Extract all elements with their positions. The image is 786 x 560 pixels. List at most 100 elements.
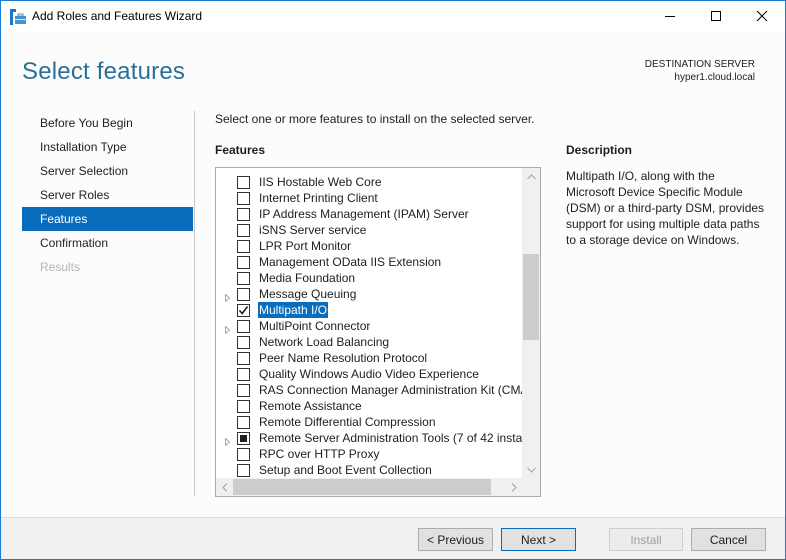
previous-button[interactable]: < Previous xyxy=(418,528,493,551)
horizontal-scroll-thumb[interactable] xyxy=(233,479,491,495)
feature-label[interactable]: Multipath I/O xyxy=(258,302,329,318)
nav-item-before-you-begin[interactable]: Before You Begin xyxy=(22,111,193,135)
destination-server-name: hyper1.cloud.local xyxy=(674,72,755,83)
destination-server-label: DESTINATION SERVER xyxy=(644,59,755,70)
expand-arrow-icon[interactable] xyxy=(224,290,232,302)
features-tree[interactable]: IIS Hostable Web Core Internet Printing C… xyxy=(215,167,541,497)
feature-label[interactable]: Network Load Balancing xyxy=(258,334,390,350)
vertical-scroll-thumb[interactable] xyxy=(523,254,539,340)
feature-label[interactable]: Media Foundation xyxy=(258,270,356,286)
scroll-left-button[interactable] xyxy=(216,478,233,496)
feature-row[interactable]: RPC over HTTP Proxy xyxy=(216,446,522,462)
wizard-window: Add Roles and Features Wizard Select fea… xyxy=(0,0,786,560)
feature-label[interactable]: Peer Name Resolution Protocol xyxy=(258,350,428,366)
feature-row[interactable]: Multipath I/O xyxy=(216,302,522,318)
feature-checkbox[interactable] xyxy=(237,208,250,221)
feature-checkbox[interactable] xyxy=(237,384,250,397)
chevron-right-icon xyxy=(511,482,517,492)
nav-item-features[interactable]: Features xyxy=(22,207,193,231)
maximize-icon xyxy=(711,11,721,21)
maximize-button[interactable] xyxy=(693,1,739,31)
feature-checkbox[interactable] xyxy=(237,464,250,477)
feature-checkbox[interactable] xyxy=(237,368,250,381)
feature-label[interactable]: Management OData IIS Extension xyxy=(258,254,442,270)
feature-label[interactable]: MultiPoint Connector xyxy=(258,318,371,334)
title-bar[interactable]: Add Roles and Features Wizard xyxy=(1,1,785,32)
feature-row[interactable]: Quality Windows Audio Video Experience xyxy=(216,366,522,382)
feature-label[interactable]: Setup and Boot Event Collection xyxy=(258,462,433,478)
feature-row[interactable]: Remote Assistance xyxy=(216,398,522,414)
feature-label[interactable]: Message Queuing xyxy=(258,286,357,302)
page-title: Select features xyxy=(22,58,186,85)
expand-arrow-icon[interactable] xyxy=(224,434,232,446)
feature-row[interactable]: IIS Hostable Web Core xyxy=(216,174,522,190)
chevron-down-icon xyxy=(526,467,536,473)
feature-checkbox[interactable] xyxy=(237,336,250,349)
feature-label[interactable]: LPR Port Monitor xyxy=(258,238,352,254)
scroll-up-button[interactable] xyxy=(522,168,540,185)
feature-row[interactable]: Setup and Boot Event Collection xyxy=(216,462,522,478)
feature-row[interactable]: Remote Differential Compression xyxy=(216,414,522,430)
checkmark-icon xyxy=(238,306,249,315)
expand-arrow-icon[interactable] xyxy=(224,322,232,334)
feature-label[interactable]: IIS Hostable Web Core xyxy=(258,174,383,190)
feature-row[interactable]: Peer Name Resolution Protocol xyxy=(216,350,522,366)
features-heading: Features xyxy=(215,143,266,157)
nav-item-confirmation[interactable]: Confirmation xyxy=(22,231,193,255)
feature-checkbox[interactable] xyxy=(237,176,250,189)
feature-row[interactable]: MultiPoint Connector xyxy=(216,318,522,334)
scroll-right-button[interactable] xyxy=(505,478,522,496)
server-manager-app-icon xyxy=(10,9,26,25)
feature-label[interactable]: RPC over HTTP Proxy xyxy=(258,446,380,462)
feature-label[interactable]: Remote Assistance xyxy=(258,398,363,414)
feature-label[interactable]: IP Address Management (IPAM) Server xyxy=(258,206,470,222)
feature-checkbox[interactable] xyxy=(237,192,250,205)
feature-checkbox[interactable] xyxy=(237,240,250,253)
feature-checkbox[interactable] xyxy=(237,288,250,301)
window-title: Add Roles and Features Wizard xyxy=(32,9,203,23)
feature-label[interactable]: Remote Differential Compression xyxy=(258,414,437,430)
nav-item-installation-type[interactable]: Installation Type xyxy=(22,135,193,159)
feature-checkbox[interactable] xyxy=(237,352,250,365)
close-button[interactable] xyxy=(739,1,785,31)
minimize-button[interactable] xyxy=(647,1,693,31)
horizontal-scrollbar[interactable] xyxy=(216,478,522,496)
scroll-down-button[interactable] xyxy=(522,461,540,478)
feature-row[interactable]: iSNS Server service xyxy=(216,222,522,238)
description-heading: Description xyxy=(566,143,633,157)
feature-row[interactable]: IP Address Management (IPAM) Server xyxy=(216,206,522,222)
feature-checkbox[interactable] xyxy=(237,224,250,237)
next-button[interactable]: Next > xyxy=(501,528,576,551)
feature-checkbox[interactable] xyxy=(237,304,250,317)
close-icon xyxy=(756,10,768,22)
feature-label[interactable]: Internet Printing Client xyxy=(258,190,379,206)
feature-row[interactable]: Network Load Balancing xyxy=(216,334,522,350)
feature-label[interactable]: Quality Windows Audio Video Experience xyxy=(258,366,480,382)
feature-label[interactable]: Remote Server Administration Tools (7 of… xyxy=(258,430,522,446)
feature-checkbox[interactable] xyxy=(237,400,250,413)
features-list: IIS Hostable Web Core Internet Printing C… xyxy=(216,174,522,478)
chevron-left-icon xyxy=(221,482,227,492)
feature-checkbox[interactable] xyxy=(237,416,250,429)
nav-item-server-selection[interactable]: Server Selection xyxy=(22,159,193,183)
feature-label[interactable]: iSNS Server service xyxy=(258,222,367,238)
feature-checkbox[interactable] xyxy=(237,448,250,461)
feature-label[interactable]: RAS Connection Manager Administration Ki… xyxy=(258,382,522,398)
feature-row[interactable]: LPR Port Monitor xyxy=(216,238,522,254)
feature-checkbox[interactable] xyxy=(237,320,250,333)
feature-checkbox[interactable] xyxy=(237,272,250,285)
description-text: Multipath I/O, along with the Microsoft … xyxy=(566,169,765,247)
instruction-text: Select one or more features to install o… xyxy=(215,112,535,126)
cancel-button[interactable]: Cancel xyxy=(691,528,766,551)
feature-checkbox[interactable] xyxy=(237,256,250,269)
feature-row[interactable]: Media Foundation xyxy=(216,270,522,286)
feature-row[interactable]: Remote Server Administration Tools (7 of… xyxy=(216,430,522,446)
nav-divider xyxy=(194,111,195,496)
feature-row[interactable]: Message Queuing xyxy=(216,286,522,302)
feature-row[interactable]: Management OData IIS Extension xyxy=(216,254,522,270)
feature-row[interactable]: RAS Connection Manager Administration Ki… xyxy=(216,382,522,398)
nav-item-server-roles[interactable]: Server Roles xyxy=(22,183,193,207)
feature-checkbox[interactable] xyxy=(237,432,250,445)
vertical-scrollbar[interactable] xyxy=(522,168,540,478)
feature-row[interactable]: Internet Printing Client xyxy=(216,190,522,206)
